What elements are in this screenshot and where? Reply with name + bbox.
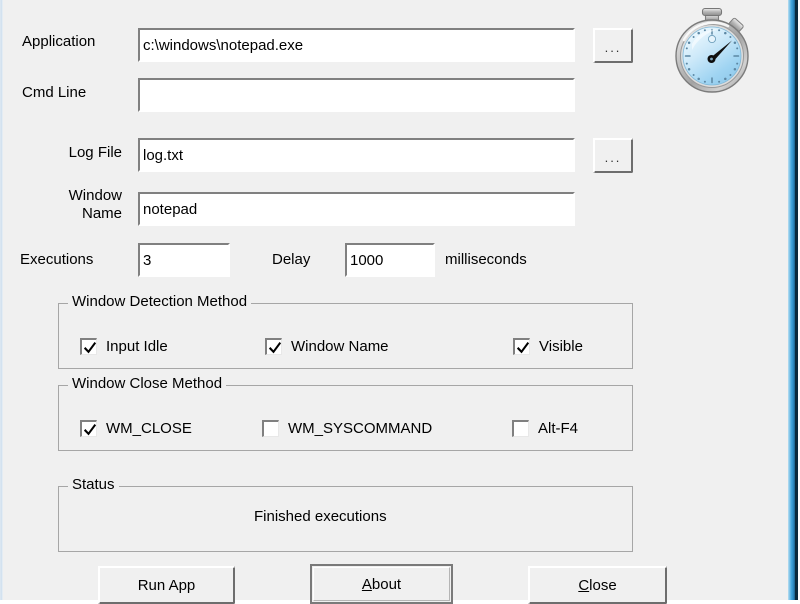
about-button-accel: A [361, 575, 372, 593]
window-close-method-title: Window Close Method [68, 375, 227, 393]
log-file-label: Log File [68, 144, 122, 161]
checkbox-label: Alt-F4 [538, 420, 579, 437]
checkbox-visible[interactable]: Visible [513, 338, 583, 355]
checkmark-icon[interactable] [513, 338, 530, 355]
checkbox-label: WM_CLOSE [106, 420, 192, 437]
checkmark-icon[interactable] [265, 338, 282, 355]
status-message: Finished executions [254, 508, 387, 525]
log-file-input[interactable] [138, 138, 575, 172]
application-label: Application [22, 33, 96, 50]
checkbox-label: Input Idle [106, 338, 168, 355]
log-file-browse-button[interactable]: ... [593, 138, 633, 173]
checkmark-icon[interactable] [80, 338, 97, 355]
window-detection-method-title: Window Detection Method [68, 293, 252, 311]
close-button-label: lose [589, 576, 617, 594]
checkbox-wm-close[interactable]: WM_CLOSE [80, 420, 192, 437]
window-detection-method-group: Window Detection Method [58, 293, 633, 369]
checkbox-empty-icon[interactable] [262, 420, 279, 437]
checkbox-empty-icon[interactable] [512, 420, 529, 437]
window-close-method-group: Window Close Method [58, 375, 633, 451]
stopwatch-icon [666, 6, 758, 98]
cmd-line-input[interactable] [138, 78, 575, 112]
checkbox-window-name[interactable]: Window Name [265, 338, 389, 355]
application-window: Application ... Cmd Line Log File ... Wi… [0, 0, 800, 604]
application-browse-button[interactable]: ... [593, 28, 633, 63]
close-button-accel: C [578, 576, 590, 594]
checkbox-alt-f4[interactable]: Alt-F4 [512, 420, 578, 437]
delay-units-label: milliseconds [445, 251, 527, 268]
cmd-line-label: Cmd Line [22, 84, 87, 101]
window-right-border [784, 0, 800, 600]
window-left-border [0, 0, 3, 600]
checkbox-label: Visible [539, 338, 583, 355]
executions-input[interactable] [138, 243, 230, 277]
checkbox-input-idle[interactable]: Input Idle [80, 338, 168, 355]
about-button[interactable]: About [310, 564, 453, 604]
run-app-button[interactable]: Run App [98, 566, 235, 604]
executions-label: Executions [20, 251, 94, 268]
close-button[interactable]: Close [528, 566, 667, 604]
about-button-label: bout [371, 575, 402, 593]
application-input[interactable] [138, 28, 575, 62]
status-group-title: Status [68, 476, 119, 494]
checkmark-icon[interactable] [80, 420, 97, 437]
checkbox-wm-syscommand[interactable]: WM_SYSCOMMAND [262, 420, 432, 437]
ellipsis-icon: ... [604, 40, 622, 55]
run-app-button-label: Run App [137, 576, 196, 594]
checkbox-label: Window Name [291, 338, 389, 355]
ellipsis-icon: ... [604, 150, 622, 165]
window-name-label: Window Name [68, 187, 122, 222]
delay-input[interactable] [345, 243, 435, 277]
checkbox-label: WM_SYSCOMMAND [288, 420, 433, 437]
window-name-input[interactable] [138, 192, 575, 226]
delay-label: Delay [272, 251, 311, 268]
